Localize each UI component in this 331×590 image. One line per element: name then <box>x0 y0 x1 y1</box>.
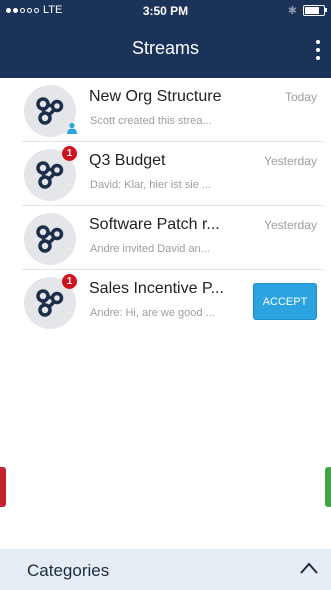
stream-preview: Andre invited David an... <box>90 243 210 255</box>
stream-network-icon <box>36 289 64 317</box>
stream-avatar <box>24 213 76 265</box>
stream-network-icon <box>36 97 64 125</box>
categories-bar[interactable]: Categories <box>0 549 331 590</box>
unread-badge: 1 <box>62 274 77 289</box>
person-icon <box>67 122 77 134</box>
stream-row[interactable]: Software Patch r... Andre invited David … <box>0 206 331 270</box>
status-time: 3:50 PM <box>142 4 189 18</box>
unread-badge: 1 <box>62 146 77 161</box>
stream-preview: Andre: Hi, are we good ... <box>90 307 215 319</box>
chevron-up-icon[interactable] <box>299 561 319 575</box>
stream-name: New Org Structure <box>89 88 222 105</box>
stream-time: Today <box>284 90 317 104</box>
categories-title: Categories <box>27 561 110 580</box>
stream-network-icon <box>36 225 64 253</box>
stream-network-icon <box>36 161 64 189</box>
stream-time: Yesterday <box>264 218 317 232</box>
page-title: Streams <box>131 38 200 58</box>
more-vertical-icon[interactable] <box>315 40 321 60</box>
stream-name: Sales Incentive P... <box>89 280 224 297</box>
header-bar: LTE 3:50 PM ✱ Streams <box>0 0 331 78</box>
stream-name: Q3 Budget <box>89 152 166 169</box>
stream-row[interactable]: 1 Sales Incentive P... Andre: Hi, are we… <box>0 270 331 334</box>
stream-time: Yesterday <box>264 154 317 168</box>
status-right: ✱ <box>287 4 327 17</box>
stream-name: Software Patch r... <box>89 216 220 233</box>
stream-list: New Org Structure Scott created this str… <box>0 78 331 334</box>
accept-button[interactable]: ACCEPT <box>253 283 317 320</box>
stream-row[interactable]: 1 Q3 Budget David: Klar, hier ist sie ..… <box>0 142 331 206</box>
stream-row[interactable]: New Org Structure Scott created this str… <box>0 78 331 142</box>
bluetooth-icon: ✱ <box>287 5 297 17</box>
right-drawer-handle[interactable] <box>325 467 331 507</box>
stream-preview: David: Klar, hier ist sie ... <box>90 179 212 191</box>
stream-preview: Scott created this strea... <box>90 115 212 127</box>
left-drawer-handle[interactable] <box>0 467 6 507</box>
battery-icon <box>303 5 327 16</box>
status-bar: LTE 3:50 PM ✱ <box>0 0 331 22</box>
